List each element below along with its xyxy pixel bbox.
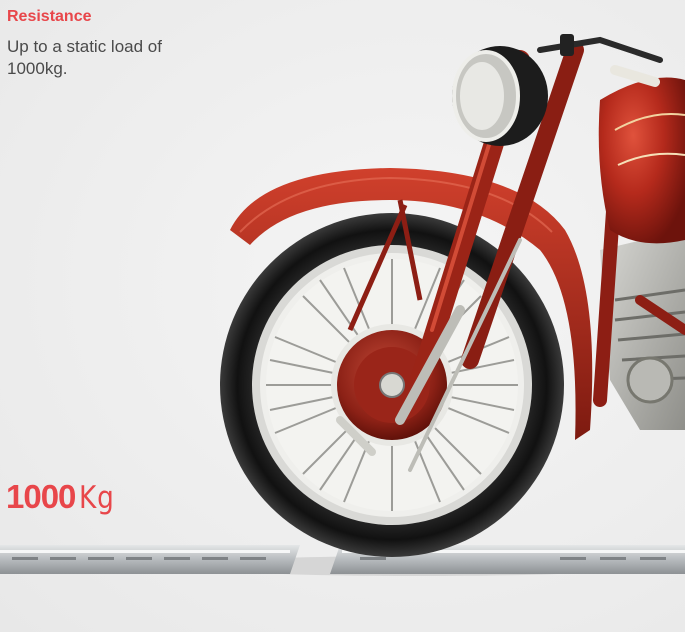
load-unit: Kg <box>79 480 116 516</box>
section-heading: Resistance <box>7 8 92 25</box>
headlight <box>452 46 548 146</box>
load-capacity-label: 1000 Kg <box>6 478 121 516</box>
section-description: Up to a static load of 1000kg. <box>7 37 162 78</box>
fuel-tank <box>598 77 685 244</box>
front-wheel <box>220 213 564 557</box>
product-feature-panel: Resistance Up to a static load of 1000kg… <box>0 0 685 632</box>
load-value: 1000 <box>6 478 76 515</box>
motorcycle-illustration <box>0 34 685 576</box>
